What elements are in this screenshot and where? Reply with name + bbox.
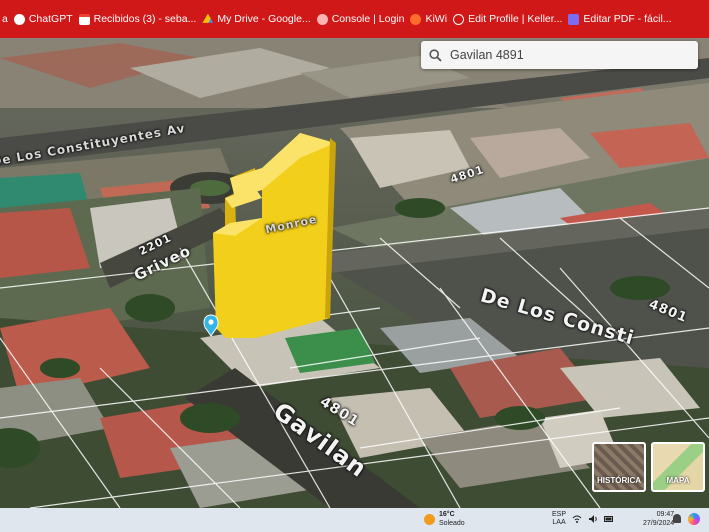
weather-widget[interactable]: 16°C Soleado: [424, 510, 465, 528]
satellite-3d-map[interactable]: De Los Constituyentes Av 4801 Monroe 220…: [0, 38, 709, 508]
map-imagery: [0, 38, 709, 508]
wifi-icon[interactable]: [572, 514, 582, 524]
search-box[interactable]: [421, 41, 698, 69]
gmail-icon: [78, 13, 90, 25]
sun-icon: [424, 513, 435, 525]
notification-bell-icon[interactable]: [673, 514, 681, 523]
bookmark-drive[interactable]: My Drive - Google...: [202, 13, 311, 25]
volume-icon[interactable]: [588, 514, 598, 524]
battery-icon[interactable]: [604, 514, 614, 524]
bookmarks-bar: a ChatGPT Recibidos (3) - seba... My Dri…: [0, 0, 709, 38]
search-input[interactable]: [448, 47, 672, 63]
bookmark-pdf[interactable]: Editar PDF - fácil...: [568, 13, 672, 25]
copilot-icon[interactable]: [688, 513, 700, 525]
clock[interactable]: 09:47 27/9/2024: [643, 510, 674, 528]
bookmark-gmail[interactable]: Recibidos (3) - seba...: [78, 13, 196, 25]
language-indicator[interactable]: ESP LAA: [552, 511, 566, 527]
globe-icon: [453, 13, 465, 25]
map-layer-button[interactable]: MAPA: [651, 442, 705, 492]
kiwi-icon: [410, 13, 422, 25]
console-icon: [316, 13, 328, 25]
google-drive-icon: [202, 13, 214, 23]
taskbar: 16°C Soleado ESP LAA 09:47 27/9/2024: [0, 508, 709, 532]
bookmark-console[interactable]: Console | Login: [316, 13, 404, 25]
bookmark-keller[interactable]: Edit Profile | Keller...: [453, 13, 562, 25]
chatgpt-icon: [13, 13, 25, 25]
bookmark-chatgpt[interactable]: ChatGPT: [13, 13, 73, 25]
pdf-editor-icon: [568, 13, 580, 25]
bookmark-a[interactable]: a: [2, 13, 8, 25]
bookmark-kiwi[interactable]: KiWi: [410, 13, 447, 25]
historic-layer-button[interactable]: HISTÓRICA: [592, 442, 646, 492]
search-icon: [429, 48, 442, 62]
system-tray: ESP LAA: [552, 511, 614, 527]
